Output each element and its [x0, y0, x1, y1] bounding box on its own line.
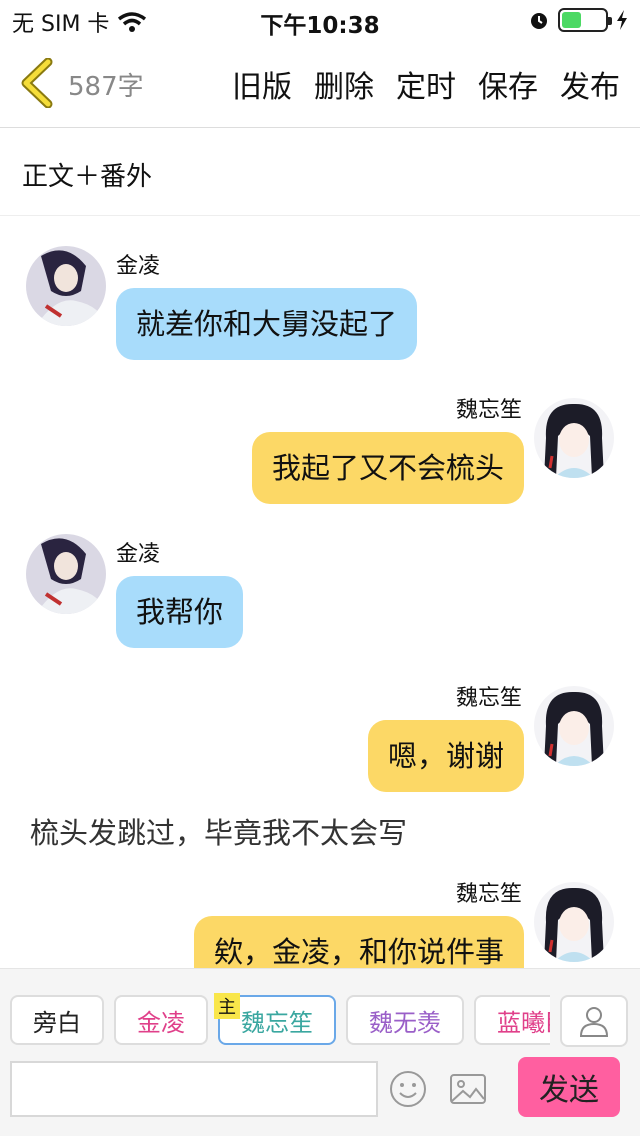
save-button[interactable]: 保存 [478, 62, 538, 106]
compose-bar: 旁白 金凌 魏忘笙 魏无羡 蓝曦臣 主 发送 [0, 968, 640, 1136]
message-bubble[interactable]: 欸，金凌，和你说件事 [193, 916, 524, 968]
send-button[interactable]: 发送 [518, 1057, 620, 1117]
main-role-badge: 主 [214, 993, 240, 1019]
speaker-name: 金凌 [116, 254, 161, 279]
avatar-jinling[interactable] [26, 534, 106, 614]
image-icon[interactable] [448, 1069, 488, 1109]
speaker-name: 魏忘笙 [455, 398, 522, 423]
add-role-button[interactable] [560, 995, 628, 1047]
status-icons [528, 8, 628, 32]
schedule-button[interactable]: 定时 [396, 62, 456, 106]
speaker-name: 魏忘笙 [455, 686, 522, 711]
battery-fill [562, 12, 581, 28]
role-jinling[interactable]: 金凌 [114, 995, 208, 1045]
message-input[interactable] [10, 1061, 378, 1117]
role-narrator[interactable]: 旁白 [10, 995, 104, 1045]
nav-actions: 旧版 删除 定时 保存 发布 [232, 62, 620, 106]
speaker-name: 魏忘笙 [455, 882, 522, 907]
avatar-weiwangsheng-art [534, 882, 614, 962]
message-bubble[interactable]: 我帮你 [116, 576, 244, 648]
avatar-weiwangsheng[interactable] [534, 882, 614, 962]
emoji-icon[interactable] [388, 1069, 428, 1109]
status-bar: 无 SIM 卡 下午10:38 [0, 0, 640, 40]
avatar-weiwangsheng[interactable] [534, 398, 614, 478]
avatar-weiwangsheng[interactable] [534, 686, 614, 766]
old-version-button[interactable]: 旧版 [232, 62, 292, 106]
publish-button[interactable]: 发布 [560, 62, 620, 106]
chapter-title[interactable]: 正文＋番外 [0, 128, 640, 216]
nav-bar: 587字 旧版 删除 定时 保存 发布 [0, 44, 640, 128]
battery-icon [558, 8, 612, 32]
delete-button[interactable]: 删除 [314, 62, 374, 106]
message-bubble[interactable]: 就差你和大舅没起了 [116, 288, 418, 360]
user-icon [579, 1007, 609, 1037]
avatar-jinling[interactable] [26, 246, 106, 326]
chat-area: 金凌 就差你和大舅没起了 魏忘笙 我起了又不会梳头 金凌 我帮你 魏忘笙 嗯，谢… [0, 216, 640, 968]
speaker-name: 金凌 [116, 542, 161, 567]
avatar-weiwangsheng-art [534, 686, 614, 766]
role-weiwuxian[interactable]: 魏无羡 [346, 995, 464, 1045]
role-selector: 旁白 金凌 魏忘笙 魏无羡 蓝曦臣 [10, 995, 550, 1047]
alarm-icon [531, 13, 547, 29]
message-bubble[interactable]: 我起了又不会梳头 [251, 432, 524, 504]
avatar-weiwangsheng-art [534, 398, 614, 478]
role-lanxichen[interactable]: 蓝曦臣 [474, 995, 550, 1045]
avatar-jinling-art [26, 534, 106, 614]
back-arrow-icon[interactable] [18, 58, 58, 108]
avatar-jinling-art [26, 246, 106, 326]
message-bubble[interactable]: 嗯，谢谢 [367, 720, 524, 792]
narration-text[interactable]: 梳头发跳过，毕竟我不太会写 [30, 810, 407, 852]
charging-icon [617, 10, 627, 30]
word-count: 587字 [68, 72, 144, 102]
